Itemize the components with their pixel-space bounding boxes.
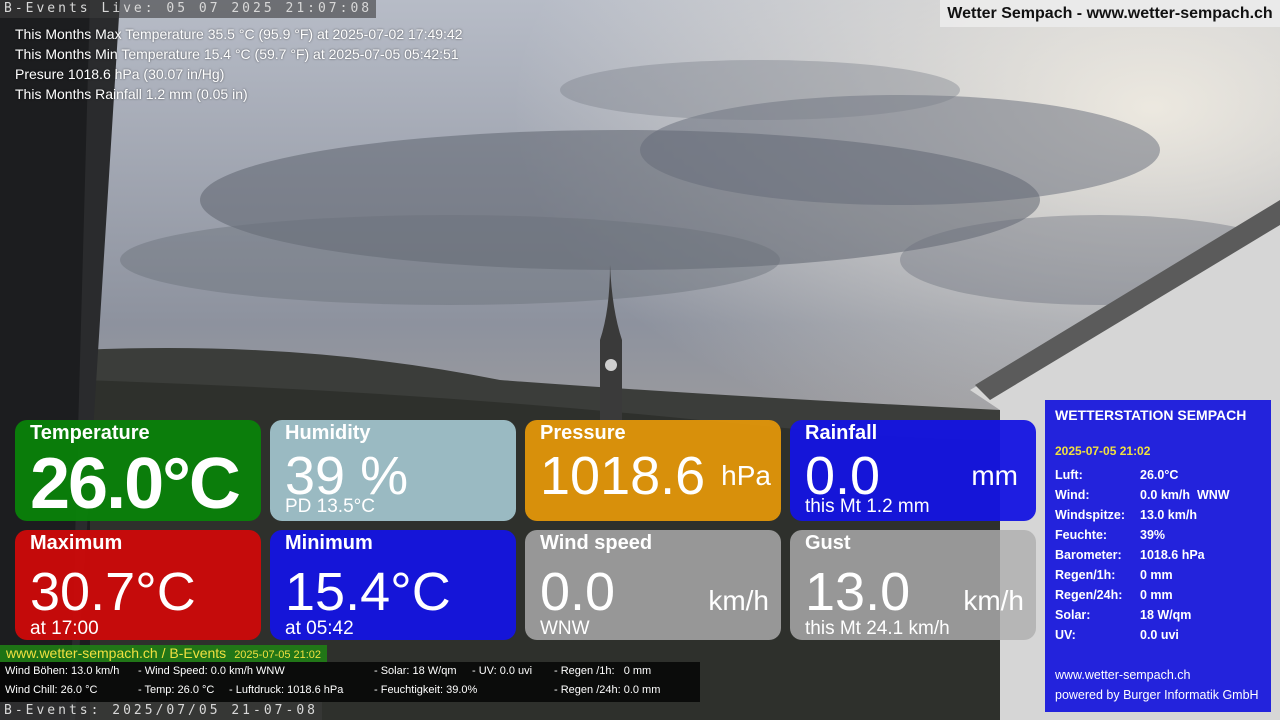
tile-label: Minimum <box>285 532 373 554</box>
site-banner: Wetter Sempach - www.wetter-sempach.ch <box>940 0 1280 27</box>
row-value: 26.0°C <box>1140 468 1179 482</box>
tile-value: 0.0 <box>540 562 616 622</box>
station-row-solar: Solar: 18 W/qm <box>1055 608 1265 628</box>
info-rain-1h: - Regen /1h: 0 mm <box>554 665 652 677</box>
info-wind-speed: - Wind Speed: 0.0 km/h WNW <box>138 665 285 677</box>
station-row-uv: UV: 0.0 uvi <box>1055 628 1265 648</box>
row-value: 0.0 uvi <box>1140 628 1179 642</box>
station-row-wind: Wind: 0.0 km/h WNW <box>1055 488 1265 508</box>
row-key: Regen/1h: <box>1055 568 1116 582</box>
tile-sub: this Mt 24.1 km/h <box>805 618 950 639</box>
tile-label: Maximum <box>30 532 123 554</box>
station-row-regen-1h: Regen/1h: 0 mm <box>1055 568 1265 588</box>
row-key: Barometer: <box>1055 548 1122 562</box>
tile-sub: this Mt 1.2 mm <box>805 496 930 517</box>
monthly-stats: This Months Max Temperature 35.5 °C (95.… <box>15 24 463 104</box>
row-key: Wind: <box>1055 488 1090 502</box>
tile-minimum: Minimum 15.4°C at 05:42 <box>270 530 516 640</box>
info-uv: - UV: 0.0 uvi <box>472 665 533 677</box>
row-value: 39% <box>1140 528 1166 542</box>
tile-maximum: Maximum 30.7°C at 17:00 <box>15 530 261 640</box>
row-key: Regen/24h: <box>1055 588 1123 602</box>
tile-value: 13.0 <box>805 562 911 622</box>
station-date: 2025-07-05 21:02 <box>1055 444 1151 458</box>
tile-value: 30.7°C <box>30 562 196 622</box>
row-key: Luft: <box>1055 468 1083 482</box>
tile-unit: mm <box>971 460 1018 491</box>
info-wind-chill: Wind Chill: 26.0 °C <box>5 684 98 696</box>
tile-pressure: Pressure 1018.6 hPa <box>525 420 781 521</box>
tile-sub: WNW <box>540 618 590 639</box>
tile-sub: at 17:00 <box>30 618 99 639</box>
tile-sub: at 05:42 <box>285 618 354 639</box>
tile-label: Temperature <box>30 422 150 444</box>
tile-unit: km/h <box>708 585 769 616</box>
row-value: 0.0 km/h WNW <box>1140 488 1230 502</box>
station-row-barometer: Barometer: 1018.6 hPa <box>1055 548 1265 568</box>
station-panel: WETTERSTATION SEMPACH 2025-07-05 21:02 L… <box>1045 400 1271 712</box>
info-pressure: - Luftdruck: 1018.6 hPa <box>229 684 344 696</box>
row-value: 0 mm <box>1140 568 1173 582</box>
tile-label: Rainfall <box>805 422 878 444</box>
station-row-feuchte: Feuchte: 39% <box>1055 528 1265 548</box>
tile-value: 26.0°C <box>30 444 241 521</box>
tile-sub: PD 13.5°C <box>285 496 375 517</box>
tile-label: Humidity <box>285 422 371 444</box>
live-ticker-top: B-Events Live: 05 07 2025 21:07:08 <box>0 0 377 18</box>
stat-rainfall: This Months Rainfall 1.2 mm (0.05 in) <box>15 86 248 102</box>
info-solar: - Solar: 18 W/qm <box>374 665 457 677</box>
station-url[interactable]: www.wetter-sempach.ch <box>1055 668 1190 682</box>
tile-label: Pressure <box>540 422 626 444</box>
bottom-site-link[interactable]: www.wetter-sempach.ch / B-Events <box>6 645 226 661</box>
row-key: Feuchte: <box>1055 528 1108 542</box>
row-key: Solar: <box>1055 608 1091 622</box>
row-key: UV: <box>1055 628 1076 642</box>
tile-humidity: Humidity 39 % PD 13.5°C <box>270 420 516 521</box>
row-key: Windspitze: <box>1055 508 1126 522</box>
bottom-site-date: 2025-07-05 21:02 <box>234 649 322 661</box>
row-value: 13.0 km/h <box>1140 508 1197 522</box>
station-title: WETTERSTATION SEMPACH <box>1055 407 1247 423</box>
row-value: 1018.6 hPa <box>1140 548 1205 562</box>
tile-temperature: Temperature 26.0°C <box>15 420 261 521</box>
tile-value: 15.4°C <box>285 562 451 622</box>
station-row-regen-24h: Regen/24h: 0 mm <box>1055 588 1265 608</box>
stat-min-temp: This Months Min Temperature 15.4 °C (59.… <box>15 46 459 62</box>
row-value: 18 W/qm <box>1140 608 1192 622</box>
station-row-windspitze: Windspitze: 13.0 km/h <box>1055 508 1265 528</box>
tile-rainfall: Rainfall 0.0 mm this Mt 1.2 mm <box>790 420 1036 521</box>
info-temp: - Temp: 26.0 °C <box>138 684 215 696</box>
tile-gust: Gust 13.0 km/h this Mt 24.1 km/h <box>790 530 1036 640</box>
row-value: 0 mm <box>1140 588 1173 602</box>
info-rain-24h: - Regen /24h: 0.0 mm <box>554 684 661 696</box>
live-ticker-bottom: B-Events: 2025/07/05 21-07-08 <box>0 702 322 720</box>
tile-label: Wind speed <box>540 532 653 554</box>
info-wind-gust: Wind Böhen: 13.0 km/h <box>5 665 120 677</box>
stat-max-temp: This Months Max Temperature 35.5 °C (95.… <box>15 26 463 42</box>
tile-label: Gust <box>805 532 851 554</box>
bottom-site-bar: www.wetter-sempach.ch / B-Events 2025-07-… <box>0 645 328 662</box>
station-row-luft: Luft: 26.0°C <box>1055 468 1265 488</box>
info-bar: Wind Böhen: 13.0 km/h - Wind Speed: 0.0 … <box>0 662 700 702</box>
tile-unit: km/h <box>963 585 1024 616</box>
tile-value: 1018.6 <box>540 446 706 506</box>
stat-pressure: Presure 1018.6 hPa (30.07 in/Hg) <box>15 66 225 82</box>
station-credit: powered by Burger Informatik GmbH <box>1055 688 1259 702</box>
tile-wind-speed: Wind speed 0.0 km/h WNW <box>525 530 781 640</box>
info-humidity: - Feuchtigkeit: 39.0% <box>374 684 478 696</box>
tile-unit: hPa <box>721 460 771 491</box>
